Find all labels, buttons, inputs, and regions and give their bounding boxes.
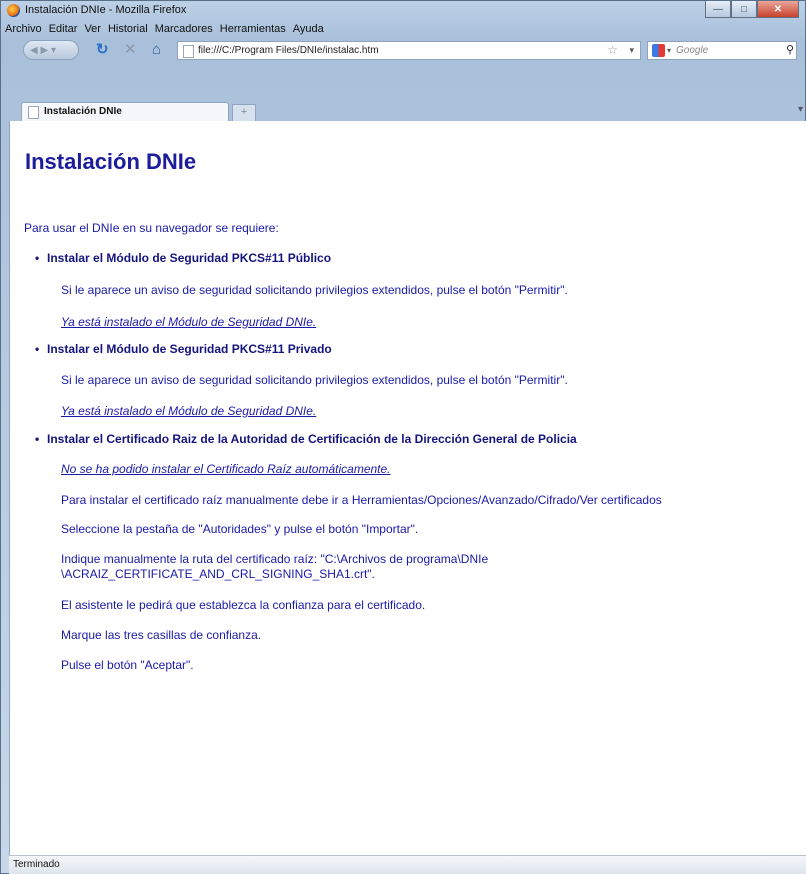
- url-text: file:///C:/Program Files/DNIe/instalac.h…: [198, 45, 379, 56]
- search-placeholder: Google: [676, 45, 709, 56]
- step-casillas: Marque las tres casillas de confianza.: [61, 628, 262, 642]
- tab-label: Instalación DNIe: [44, 106, 122, 117]
- menu-archivo[interactable]: Archivo: [5, 21, 42, 37]
- minimize-button[interactable]: —: [705, 1, 731, 18]
- step-asistente: El asistente le pedirá que establezca la…: [61, 598, 426, 612]
- item1-text: Si le aparece un aviso de seguridad soli…: [61, 283, 568, 297]
- intro-text: Para usar el DNIe en su navegador se req…: [24, 221, 279, 235]
- title-bar: Instalación DNIe - Mozilla Firefox — □ ✕: [1, 1, 805, 21]
- back-forward-button[interactable]: ◀ ▶ ▾: [23, 40, 79, 60]
- google-icon[interactable]: [652, 44, 665, 57]
- item3-title: Instalar el Certificado Raiz de la Autor…: [35, 432, 577, 446]
- page-icon: [183, 45, 194, 58]
- navigation-bar: ◀ ▶ ▾ ↻ ✕ ⌂ file:///C:/Program Files/DNI…: [1, 38, 805, 64]
- item3-status-link[interactable]: No se ha podido instalar el Certificado …: [61, 462, 391, 476]
- status-text: Terminado: [13, 859, 60, 870]
- menu-herramientas[interactable]: Herramientas: [220, 21, 286, 37]
- step-aceptar: Pulse el botón "Aceptar".: [61, 658, 194, 672]
- menu-editar[interactable]: Editar: [49, 21, 78, 37]
- item2-text: Si le aparece un aviso de seguridad soli…: [61, 373, 568, 387]
- bookmark-star-icon[interactable]: ☆: [607, 42, 618, 59]
- menu-marcadores[interactable]: Marcadores: [155, 21, 213, 37]
- page-heading: Instalación DNIe: [25, 149, 197, 174]
- tab-instalacion-dnie[interactable]: Instalación DNIe: [21, 102, 229, 122]
- close-button[interactable]: ✕: [757, 1, 799, 18]
- menu-historial[interactable]: Historial: [108, 21, 148, 37]
- step-autoridades: Seleccione la pestaña de "Autoridades" y…: [61, 522, 419, 536]
- tab-list-icon[interactable]: ▾: [798, 104, 803, 115]
- item1-status-link[interactable]: Ya está instalado el Módulo de Seguridad…: [61, 315, 316, 329]
- home-icon[interactable]: ⌂: [152, 41, 161, 59]
- item2-status-link[interactable]: Ya está instalado el Módulo de Seguridad…: [61, 404, 316, 418]
- menu-ver[interactable]: Ver: [84, 21, 101, 37]
- maximize-button[interactable]: □: [731, 1, 757, 18]
- status-bar: Terminado: [9, 855, 806, 874]
- tab-strip: Instalación DNIe + ▾: [1, 100, 805, 122]
- url-dropdown-icon[interactable]: ▾: [629, 42, 634, 59]
- menu-bar: Archivo Editar Ver Historial Marcadores …: [1, 21, 805, 37]
- window-controls: — □ ✕: [705, 1, 799, 19]
- search-icon[interactable]: ⚲: [786, 42, 794, 59]
- menu-ayuda[interactable]: Ayuda: [293, 21, 324, 37]
- step-certificados: Para instalar el certificado raíz manual…: [61, 493, 662, 507]
- item2-title: Instalar el Módulo de Seguridad PKCS#11 …: [35, 342, 332, 356]
- search-engine-dropdown-icon[interactable]: ▾: [667, 42, 671, 59]
- url-bar[interactable]: file:///C:/Program Files/DNIe/instalac.h…: [177, 41, 641, 60]
- page-content: Instalación DNIe Para usar el DNIe en su…: [9, 121, 806, 855]
- firefox-icon: [7, 4, 20, 17]
- item1-title: Instalar el Módulo de Seguridad PKCS#11 …: [35, 251, 331, 265]
- step-ruta-linea1: Indique manualmente la ruta del certific…: [61, 552, 489, 566]
- stop-icon[interactable]: ✕: [124, 41, 137, 59]
- step-ruta-linea2: \ACRAIZ_CERTIFICATE_AND_CRL_SIGNING_SHA1…: [61, 567, 375, 581]
- search-bar[interactable]: ▾ Google ⚲: [647, 41, 797, 60]
- tab-page-icon: [28, 106, 39, 119]
- window-title: Instalación DNIe - Mozilla Firefox: [25, 4, 187, 16]
- reload-icon[interactable]: ↻: [96, 41, 109, 59]
- new-tab-button[interactable]: +: [232, 104, 256, 121]
